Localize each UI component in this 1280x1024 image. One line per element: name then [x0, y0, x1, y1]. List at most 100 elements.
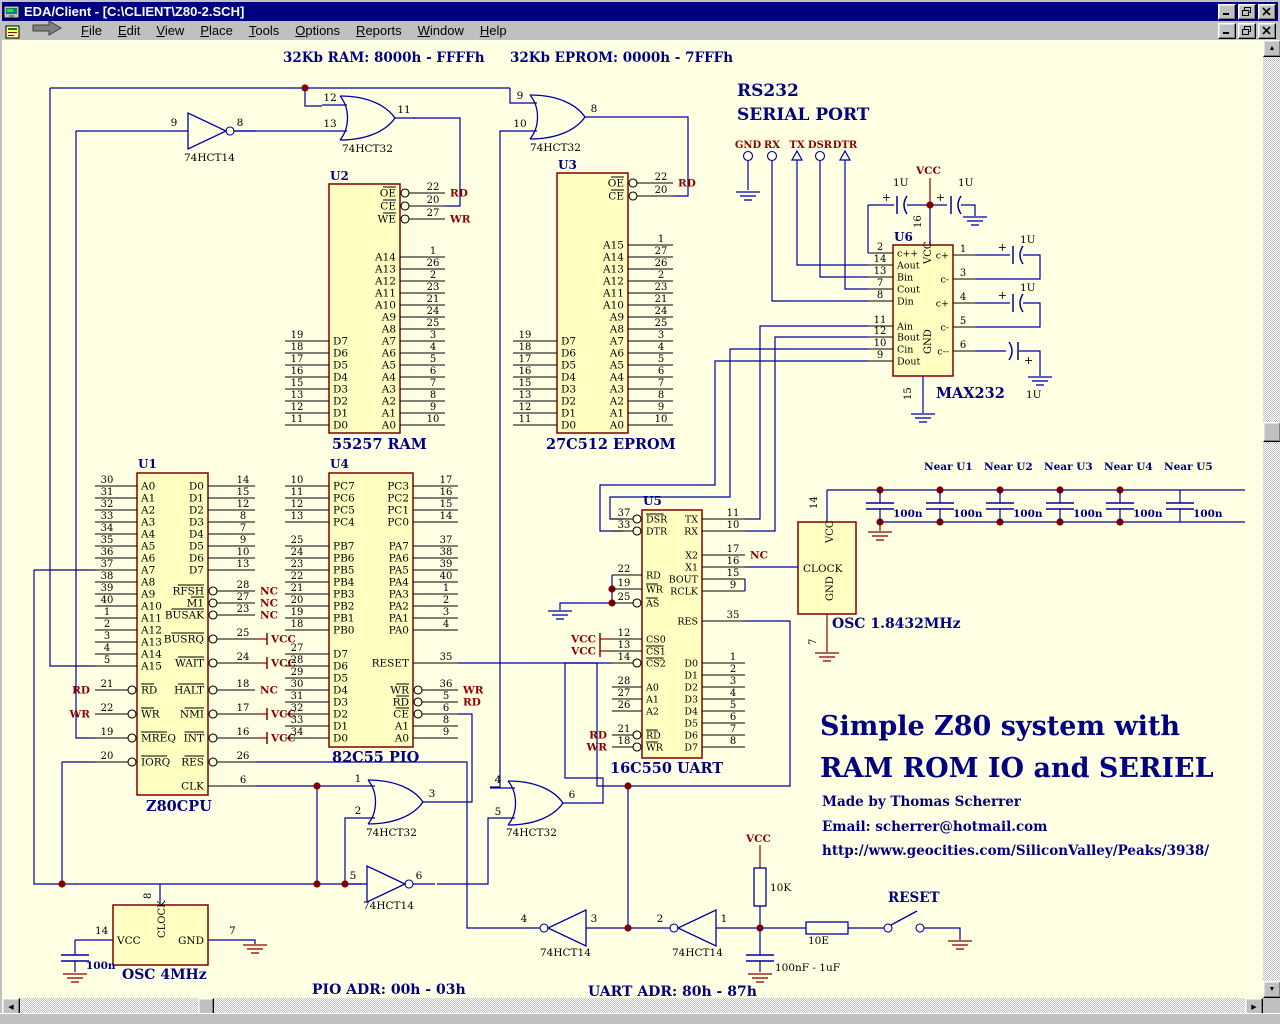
horizontal-scrollbar[interactable]: ◀ ▶: [2, 998, 1263, 1014]
pin-number: 35: [727, 610, 740, 621]
pin-name: OE: [380, 188, 396, 200]
pin-number: 6: [960, 340, 966, 351]
pin-number: 14: [874, 254, 887, 265]
port-pin-label: TX: [789, 140, 804, 151]
pin-number: 21: [618, 724, 631, 735]
menu-item-edit[interactable]: Edit: [110, 22, 148, 39]
pin-number: 4: [730, 688, 736, 699]
pin-number: 25: [291, 535, 304, 546]
pin-name: PC6: [333, 493, 355, 505]
pin-name: BUSRQ: [164, 634, 205, 646]
pin-name: D3: [189, 517, 204, 529]
pin-number: 8: [240, 511, 246, 522]
pin-number: 9: [240, 535, 246, 546]
net-label: NC: [260, 586, 278, 598]
child-close-button[interactable]: [1258, 23, 1276, 39]
pin-name: CE: [380, 201, 396, 213]
annotation: 32Kb RAM: 8000h - FFFFh: [283, 50, 485, 66]
pin-number: 27: [618, 688, 631, 699]
child-minimize-button[interactable]: [1218, 23, 1236, 39]
ref-designator: U3: [558, 158, 577, 172]
menu-item-reports[interactable]: Reports: [348, 22, 410, 39]
pin-name: D0: [189, 481, 204, 493]
pin-number: 13: [291, 390, 304, 401]
pin-number: 15: [727, 568, 740, 579]
pin-name: D4: [189, 529, 204, 541]
menu-item-view[interactable]: View: [148, 22, 192, 39]
pin-number: 1: [960, 244, 966, 255]
gate-pin-number: 1: [355, 773, 362, 785]
pin-number: 14: [618, 652, 631, 663]
minimize-button[interactable]: [1218, 4, 1236, 20]
pin-name: D1: [684, 671, 698, 682]
gate-pin-number: 3: [591, 913, 598, 925]
pin-number: 22: [101, 703, 114, 714]
menu-item-file[interactable]: File: [73, 22, 110, 39]
scroll-up-button[interactable]: ▲: [1263, 40, 1280, 57]
annotation: Near U2: [984, 461, 1033, 473]
pin-name: A8: [609, 324, 624, 336]
pin-number: 12: [291, 402, 304, 413]
pin-name: A9: [140, 589, 155, 601]
pin-number: 6: [430, 366, 436, 377]
menu-item-options[interactable]: Options: [287, 22, 348, 39]
pin-number: 11: [291, 414, 304, 425]
close-button[interactable]: [1258, 4, 1276, 20]
menu-item-window[interactable]: Window: [410, 22, 472, 39]
pointer-tool-icon[interactable]: [31, 20, 65, 41]
pin-name: A1: [381, 408, 396, 420]
child-restore-button[interactable]: [1238, 23, 1256, 39]
net-label: NC: [260, 685, 278, 697]
vertical-scroll-thumb[interactable]: [1263, 422, 1280, 442]
pin-name: PC2: [387, 493, 409, 505]
gate-pin-number: 3: [429, 788, 436, 800]
junction-dot: [624, 924, 631, 931]
value-label: 1U: [1020, 234, 1036, 246]
vertical-scrollbar[interactable]: ▲ ▼: [1263, 40, 1280, 998]
schematic-canvas[interactable]: 981213119108123456563412+++++GNDRXTXDSRD…: [2, 40, 1263, 998]
pin-name: A0: [645, 683, 659, 694]
pin-name: INT: [184, 733, 204, 745]
pin-number: 9: [430, 402, 436, 413]
pin-name: A15: [140, 661, 162, 673]
gate-pin-number: 2: [355, 805, 362, 817]
vcc-label: VCC: [570, 646, 596, 658]
pin-name: D7: [333, 336, 348, 348]
pin-name: RFSH: [172, 586, 204, 598]
pin-number: 23: [237, 604, 250, 615]
pin-number: 25: [237, 628, 250, 639]
ref-designator: U1: [138, 457, 157, 471]
rotated-label: GND: [825, 576, 836, 601]
pin-number: 15: [237, 487, 250, 498]
annotation: 100n: [1013, 508, 1043, 520]
pin-number: 18: [519, 342, 532, 353]
menu-item-place[interactable]: Place: [192, 22, 241, 39]
pin-number: 2: [104, 619, 110, 630]
pin-name: Bout: [897, 333, 920, 344]
pin-number: 32: [291, 703, 304, 714]
gate-pin-number: 8: [237, 117, 244, 129]
menu-item-help[interactable]: Help: [472, 22, 515, 39]
pin-number: 31: [291, 691, 304, 702]
pin-number: 34: [101, 523, 114, 534]
pin-number: 39: [101, 583, 114, 594]
pin-name: A1: [609, 408, 624, 420]
value-label: 100nF - 1uF: [775, 962, 840, 974]
pin-number: 17: [727, 544, 740, 555]
pin-name: PC1: [387, 505, 409, 517]
pin-name: A4: [609, 372, 625, 384]
pin-name: D7: [189, 565, 204, 577]
restore-button[interactable]: [1238, 4, 1256, 20]
value-label: 74HCT14: [363, 900, 414, 912]
pin-number: 38: [440, 547, 453, 558]
document-icon[interactable]: [5, 24, 21, 38]
pin-name: D3: [684, 695, 698, 706]
pin-name: A10: [602, 300, 624, 312]
menu-item-tools[interactable]: Tools: [241, 22, 287, 39]
pin-number: 4: [104, 643, 110, 654]
value-label: CLOCK: [803, 563, 843, 575]
pin-name: RCLK: [670, 587, 699, 598]
pin-number: 19: [291, 607, 304, 618]
pin-name: D2: [561, 396, 576, 408]
scroll-down-button[interactable]: ▼: [1263, 981, 1280, 998]
